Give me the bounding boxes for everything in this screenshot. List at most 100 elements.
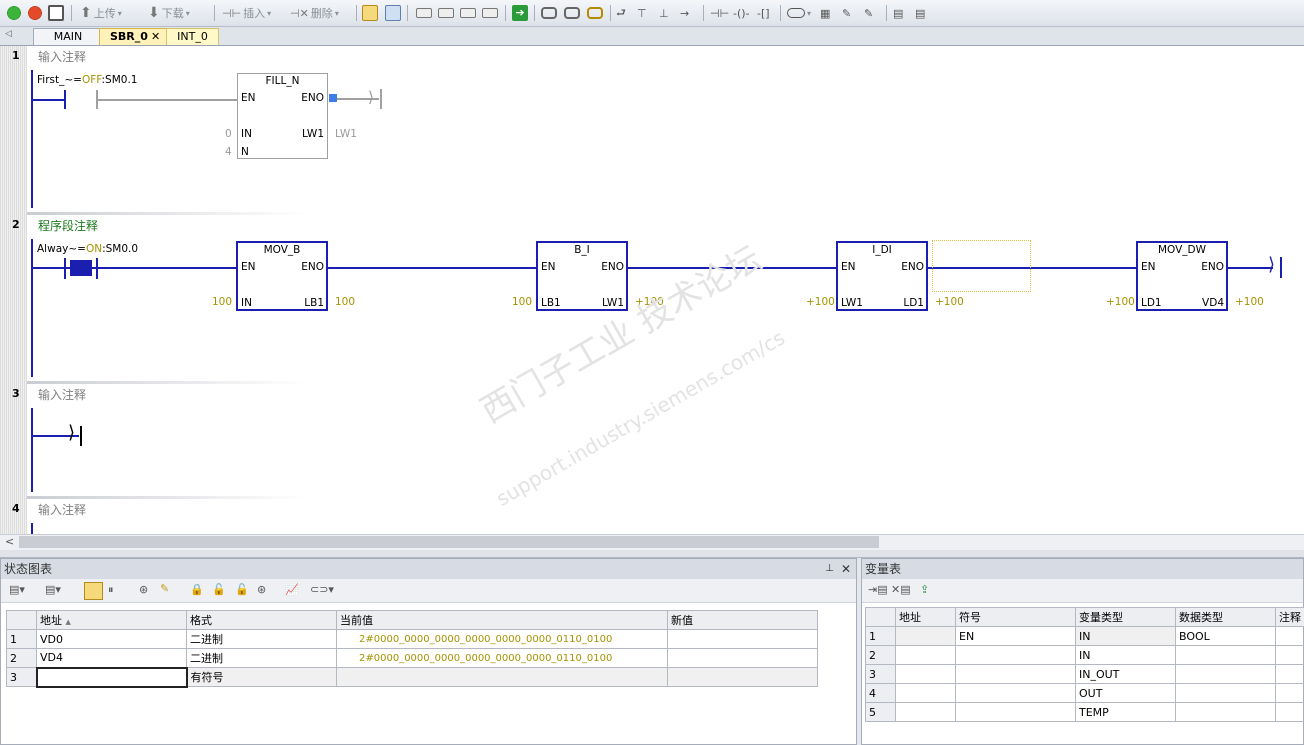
row-number[interactable]: 2	[865, 645, 896, 665]
ladder-editor[interactable]: 1 输入注释 First_~=OFF:SM0.1 FILL_N EN ENO I…	[0, 46, 1304, 534]
close-icon[interactable]: ✕	[841, 559, 851, 579]
address-cell[interactable]: VD0	[36, 629, 187, 649]
row-number[interactable]: 4	[865, 683, 896, 703]
row-number[interactable]: 1	[865, 626, 896, 646]
edit-symbol-icon[interactable]: ✎	[864, 4, 873, 22]
line-down-icon[interactable]: ⊤	[637, 4, 647, 22]
lock-icon[interactable]	[541, 4, 557, 22]
new-value-cell[interactable]	[667, 667, 818, 687]
contact-icon[interactable]: ⊣⊢	[710, 4, 729, 22]
unlock-icon[interactable]	[564, 4, 580, 22]
close-icon[interactable]: ✕	[151, 29, 160, 45]
row-number[interactable]: 1	[6, 629, 37, 649]
format-cell[interactable]: 二进制	[186, 629, 337, 649]
network-comment[interactable]: 输入注释	[38, 386, 86, 403]
tab-sbr0[interactable]: SBR_0 ✕	[99, 28, 167, 45]
tab-scroll-left-icon[interactable]: ◁	[5, 29, 12, 39]
prev-bookmark-icon[interactable]	[438, 4, 454, 22]
chart-status-icon[interactable]	[385, 4, 401, 22]
tab-main[interactable]: MAIN	[33, 28, 103, 45]
param-out[interactable]: +100	[935, 296, 964, 308]
symbol-icon[interactable]: ▦	[820, 4, 830, 22]
update-icon[interactable]: ⇪	[920, 583, 929, 596]
symbol-cell[interactable]	[955, 702, 1076, 722]
line-right-icon[interactable]: →	[680, 4, 689, 22]
symbol-cell[interactable]	[955, 664, 1076, 684]
column-header[interactable]: 数据类型	[1175, 607, 1276, 627]
param-in[interactable]: 100	[512, 296, 532, 308]
run-icon[interactable]	[6, 4, 22, 22]
delete-row-icon[interactable]: ▤▾	[45, 583, 61, 596]
unforce-icon[interactable]: 🔓	[212, 583, 226, 596]
column-header[interactable]: 符号	[955, 607, 1076, 627]
comment-cell[interactable]	[1275, 645, 1304, 665]
data-type-cell[interactable]	[1175, 645, 1276, 665]
panel-splitter[interactable]	[0, 550, 1304, 558]
delete-row-icon[interactable]: ✕▤	[891, 583, 911, 596]
column-header[interactable]: 变量类型	[1075, 607, 1176, 627]
column-header[interactable]: 新值	[667, 610, 818, 630]
scrollbar-thumb[interactable]	[19, 536, 879, 548]
param-out[interactable]: 100	[335, 296, 355, 308]
edit-icon[interactable]: ✎	[842, 4, 851, 22]
bookmark-icon[interactable]	[416, 4, 432, 22]
pause-icon[interactable]: ⏸	[108, 583, 114, 597]
insert-row-icon[interactable]: ⇥▤	[868, 583, 888, 596]
new-value-cell[interactable]	[667, 629, 818, 649]
add-row-icon[interactable]: ▤▾	[9, 583, 25, 596]
pou-comment-icon[interactable]: ▤	[893, 4, 903, 22]
i-di-box[interactable]: I_DI EN ENO LW1 LD1	[836, 241, 928, 311]
coil-icon[interactable]: -()-	[733, 4, 750, 22]
write-icon[interactable]: ✎	[160, 582, 169, 595]
upload-button[interactable]: ⬆ 上传 ▾	[80, 4, 122, 22]
param-out[interactable]: +100	[1235, 296, 1264, 308]
program-status-icon[interactable]	[362, 4, 378, 22]
network-comment[interactable]: 程序段注释	[38, 217, 98, 234]
param-out[interactable]: LW1	[335, 128, 357, 140]
clear-bookmarks-icon[interactable]	[482, 4, 498, 22]
data-type-cell[interactable]	[1175, 683, 1276, 703]
delete-button[interactable]: ⊣✕ 删除 ▾	[290, 4, 339, 22]
contact-left-bar[interactable]	[64, 90, 66, 109]
param-out[interactable]: +100	[635, 296, 664, 308]
box-icon[interactable]: -[]	[757, 4, 770, 22]
stop-icon[interactable]	[27, 4, 43, 22]
branch-icon[interactable]: ⮐	[616, 4, 626, 22]
address-cell[interactable]: VD4	[36, 648, 187, 668]
symbol-cell[interactable]	[955, 645, 1076, 665]
param-in[interactable]: 100	[212, 296, 232, 308]
compile-icon[interactable]	[48, 4, 64, 22]
options-icon[interactable]: ⊂⊃▾	[310, 583, 334, 596]
row-number[interactable]: 3	[865, 664, 896, 684]
fill-n-box[interactable]: FILL_N EN ENO IN LW1 N	[237, 73, 328, 159]
read-icon[interactable]: ⊛	[139, 583, 148, 596]
comment-cell[interactable]	[1275, 683, 1304, 703]
insert-button[interactable]: ⊣⊢ 插入 ▾	[222, 4, 271, 22]
options-dropdown[interactable]: ▾	[787, 4, 811, 22]
b-i-box[interactable]: B_I EN ENO LB1 LW1	[536, 241, 628, 311]
row-number[interactable]: 2	[6, 648, 37, 668]
address-cell[interactable]	[35, 666, 188, 688]
goto-icon[interactable]: ➔	[512, 4, 528, 22]
comment-cell[interactable]	[1275, 626, 1304, 646]
column-header[interactable]: 当前值	[336, 610, 668, 630]
new-value-cell[interactable]	[667, 648, 818, 668]
cursor-cell[interactable]	[932, 240, 1031, 292]
protect-icon[interactable]	[587, 4, 603, 22]
mov-b-box[interactable]: MOV_B EN ENO IN LB1	[236, 241, 328, 311]
row-number[interactable]: 3	[6, 667, 37, 687]
comment-cell[interactable]	[1275, 702, 1304, 722]
unforce-all-icon[interactable]: 🔓	[235, 583, 249, 596]
contact-right-bar[interactable]	[96, 258, 98, 279]
param-in[interactable]: +100	[1106, 296, 1135, 308]
trend-icon[interactable]: 📈	[285, 583, 299, 596]
param-in[interactable]: +100	[806, 296, 835, 308]
next-bookmark-icon[interactable]	[460, 4, 476, 22]
column-header[interactable]: 注释	[1275, 607, 1304, 627]
network-comment-icon[interactable]: ▤	[915, 4, 925, 22]
comment-cell[interactable]	[1275, 664, 1304, 684]
pin-icon[interactable]: ⊥	[825, 559, 834, 579]
line-up-icon[interactable]: ⊥	[659, 4, 669, 22]
data-type-cell[interactable]	[1175, 702, 1276, 722]
read-forced-icon[interactable]: ⊛	[257, 583, 266, 596]
